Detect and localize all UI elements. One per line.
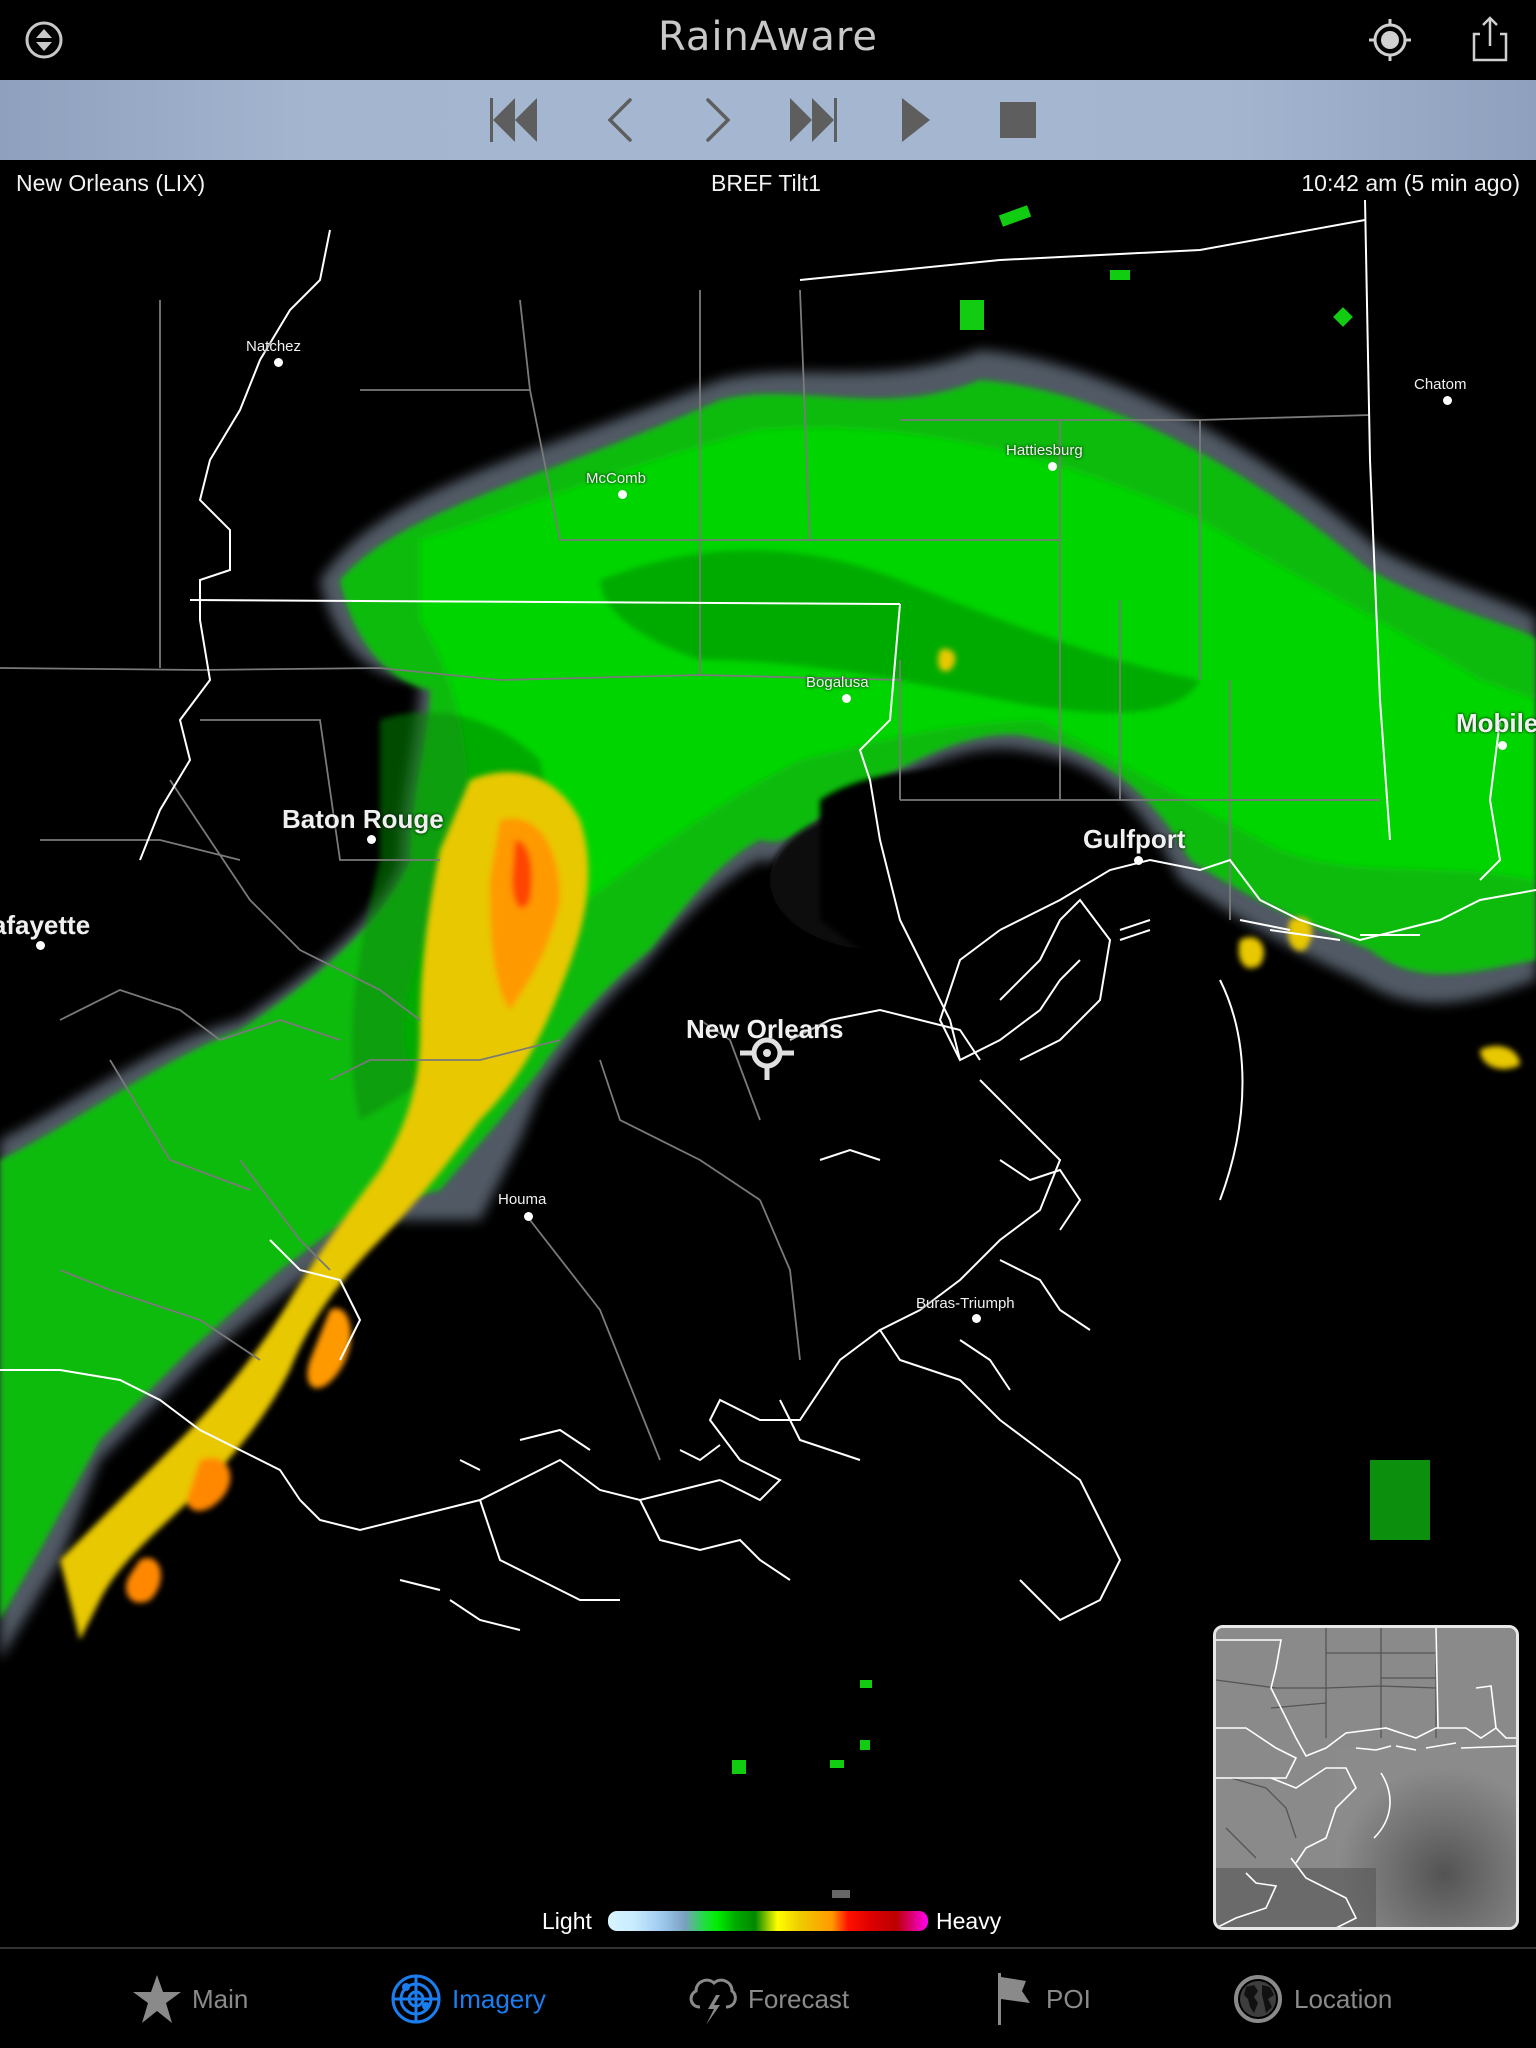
tab-location-label: Location <box>1294 1983 1393 2014</box>
skip-to-end-button[interactable] <box>786 98 846 142</box>
skip-back-icon <box>490 98 537 142</box>
flag-icon <box>998 1973 1030 2025</box>
tab-forecast-label: Forecast <box>748 1983 850 2014</box>
satellite-thumbnail-map <box>1216 1628 1516 1927</box>
app-title: RainAware <box>657 14 879 60</box>
skip-forward-icon <box>790 98 837 142</box>
city-dot <box>36 941 45 950</box>
legend-marker <box>832 1890 850 1898</box>
tab-bar: Main Imagery Forecast POI Location <box>0 1947 1536 2048</box>
play-icon <box>902 98 930 142</box>
radar-cone-of-silence <box>770 770 1148 980</box>
stop-button[interactable] <box>990 98 1050 142</box>
globe-icon <box>1234 1975 1282 2023</box>
city-label: Baton Rouge <box>282 804 444 834</box>
step-back-button[interactable] <box>590 98 650 142</box>
city-dot <box>1498 741 1507 750</box>
locate-icon <box>1369 19 1411 61</box>
stop-icon <box>1000 102 1036 138</box>
city-label: Gulfport <box>1083 824 1186 854</box>
city-dot <box>842 694 851 703</box>
locate-button[interactable] <box>1366 16 1414 64</box>
intensity-legend: Light Heavy <box>0 1890 1536 1938</box>
satellite-thumbnail[interactable] <box>1213 1625 1519 1930</box>
app-root: RainAware New Orleans (LIX) BREF Tilt1 1… <box>0 0 1536 2048</box>
city-dot <box>274 358 283 367</box>
city-label: Hattiesburg <box>1006 442 1083 459</box>
city-dot <box>1134 856 1143 865</box>
chevron-left-icon <box>607 98 632 142</box>
tab-imagery-label: Imagery <box>452 1983 546 2014</box>
star-icon <box>133 1975 181 2023</box>
tab-main-label: Main <box>192 1983 249 2014</box>
city-label: Buras-Triumph <box>916 1295 1015 1312</box>
share-button[interactable] <box>1466 14 1514 66</box>
step-forward-button[interactable] <box>688 98 748 142</box>
share-icon <box>1472 16 1508 62</box>
legend-color-bar <box>608 1911 928 1931</box>
skip-to-start-button[interactable] <box>486 98 546 142</box>
tab-main[interactable]: Main <box>132 1971 248 2027</box>
tab-imagery[interactable]: Imagery <box>390 1971 546 2027</box>
city-dot <box>618 490 627 499</box>
tab-poi[interactable]: POI <box>996 1971 1091 2027</box>
city-dot <box>972 1314 981 1323</box>
city-dot <box>524 1212 533 1221</box>
city-label: Chatom <box>1414 376 1467 393</box>
tab-location[interactable]: Location <box>1232 1971 1392 2027</box>
storm-cloud-icon <box>689 1978 737 2025</box>
city-label: Lafayette <box>0 910 91 940</box>
city-label: Bogalusa <box>806 674 869 691</box>
play-button[interactable] <box>890 98 950 142</box>
tab-poi-label: POI <box>1046 1983 1091 2014</box>
radar-icon <box>391 1974 441 2024</box>
city-dot <box>1443 396 1452 405</box>
radar-map[interactable]: New Orleans (LIX) BREF Tilt1 10:42 am (5… <box>0 160 1536 1948</box>
city-label: Houma <box>498 1191 547 1208</box>
city-dot <box>1048 462 1057 471</box>
legend-low-label: Light <box>542 1908 592 1934</box>
radar-site-marker-icon[interactable] <box>740 1026 794 1080</box>
city-label: McComb <box>586 470 647 487</box>
city-label: Natchez <box>246 338 302 355</box>
radar-product-label: BREF Tilt1 <box>711 170 821 196</box>
legend-high-label: Heavy <box>936 1908 1002 1934</box>
playback-toolbar <box>0 80 1536 160</box>
radar-timestamp: 10:42 am (5 min ago) <box>1301 170 1520 196</box>
city-dot <box>367 835 376 844</box>
tab-forecast[interactable]: Forecast <box>686 1971 849 2027</box>
radar-site-label: New Orleans (LIX) <box>16 170 206 196</box>
chevron-right-icon <box>706 98 731 142</box>
city-label: Mobile <box>1456 708 1536 738</box>
nav-bar: RainAware <box>0 0 1536 80</box>
